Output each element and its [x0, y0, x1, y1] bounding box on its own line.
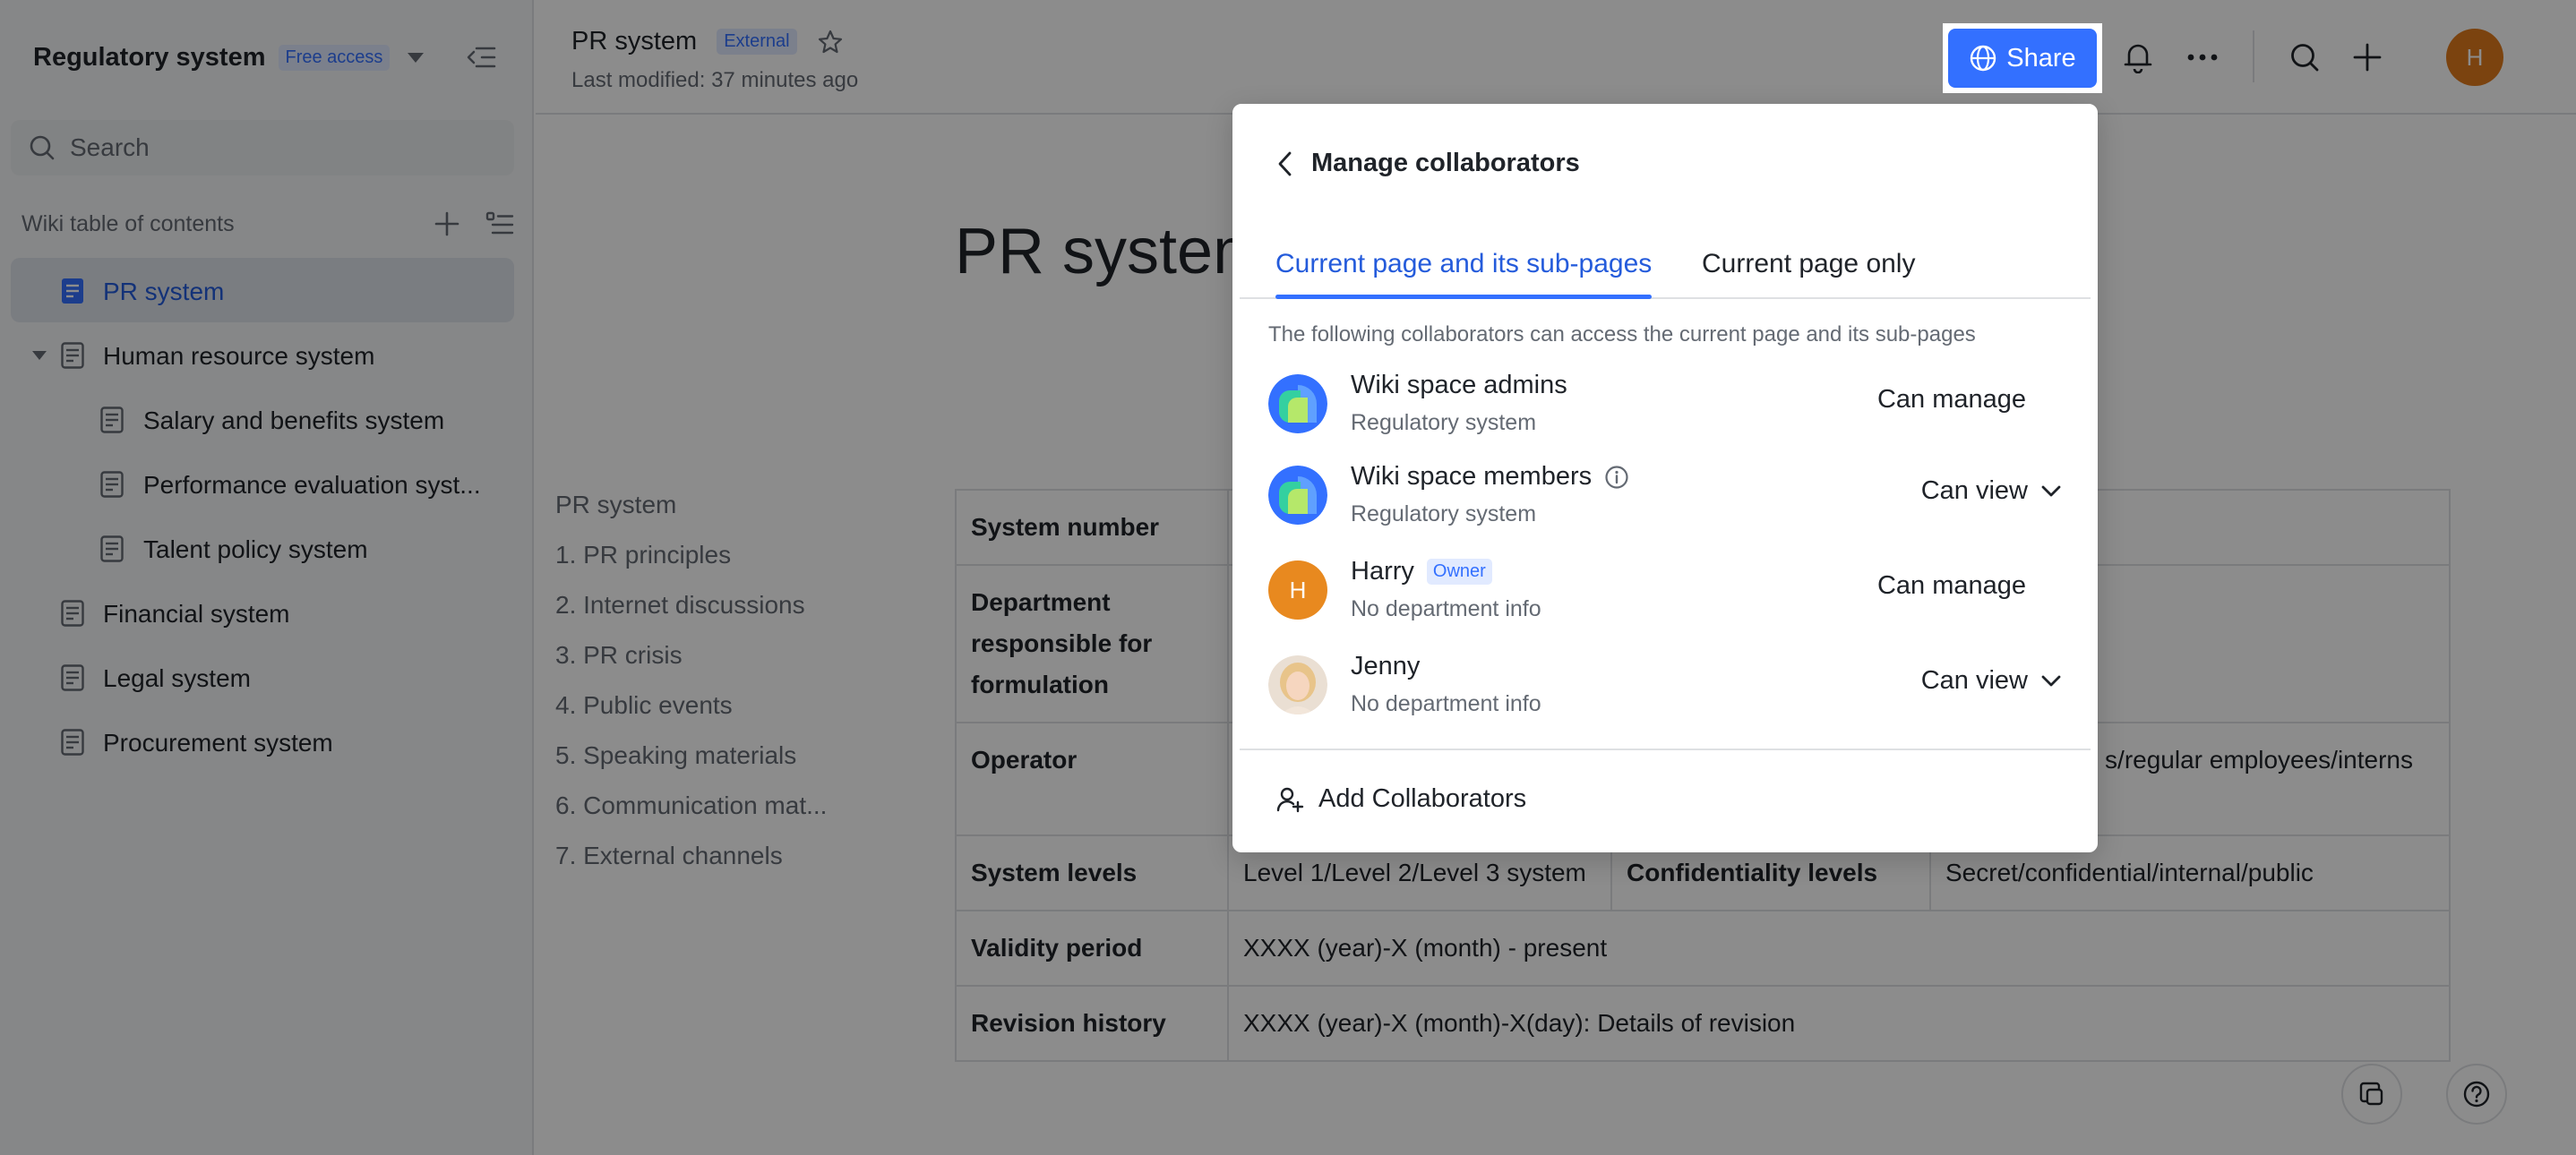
collaborator-name: Wiki space members [1351, 462, 1593, 491]
permission-text: Can view [1920, 476, 2028, 505]
collaborator-tabs: Current page and its sub-pages Current p… [1240, 227, 2091, 299]
collaborator-row: Wiki space members Regulatory system Can… [1268, 457, 2062, 537]
permission-dropdown[interactable]: Can view [1921, 476, 2062, 506]
collaborator-sub: No department info [1351, 691, 1541, 716]
chevron-down-icon [2041, 485, 2061, 496]
space-avatar-icon [1268, 374, 1327, 433]
collaborator-row: Wiki space admins Regulatory system Can … [1268, 365, 2062, 446]
share-button[interactable]: Share [1948, 29, 2097, 88]
permission-text: Can manage [1876, 385, 2026, 414]
panel-description: The following collaborators can access t… [1268, 322, 1976, 346]
space-avatar-icon [1268, 466, 1327, 525]
tab-current-and-subpages[interactable]: Current page and its sub-pages [1275, 249, 1652, 279]
collaborator-sub: Regulatory system [1351, 501, 1537, 526]
permission-text: Can view [1920, 666, 2028, 695]
add-user-icon [1276, 787, 1304, 812]
add-collaborators-button[interactable]: Add Collaborators [1275, 784, 1526, 814]
share-button-highlight: Share [1943, 23, 2102, 93]
info-icon[interactable] [1604, 465, 1629, 490]
tab-current-page-only[interactable]: Current page only [1702, 249, 1915, 279]
permission-label: Can manage [1877, 571, 2026, 601]
collaborator-name: Jenny [1351, 652, 1421, 680]
collaborator-name: Harry [1351, 557, 1414, 586]
permission-dropdown[interactable]: Can view [1921, 666, 2062, 696]
collaborator-row: H Harry Owner No department info Can man… [1268, 552, 2062, 632]
avatar [1268, 655, 1327, 714]
permission-label: Can manage [1877, 385, 2026, 415]
panel-title: Manage collaborators [1311, 149, 1580, 177]
add-collaborators-label: Add Collaborators [1318, 784, 1527, 813]
owner-badge: Owner [1426, 559, 1492, 585]
collaborator-name: Wiki space admins [1351, 371, 1567, 399]
active-tab-indicator [1275, 295, 1652, 299]
divider [1240, 749, 2091, 750]
chevron-down-icon [2041, 675, 2061, 686]
back-arrow-icon[interactable] [1275, 150, 1295, 178]
collaborator-row: Jenny No department info Can view [1268, 646, 2062, 727]
collaborator-sub: No department info [1351, 596, 1541, 621]
collaborator-sub: Regulatory system [1351, 410, 1537, 435]
manage-collaborators-panel: Manage collaborators Current page and it… [1232, 104, 2098, 852]
share-label: Share [2006, 43, 2076, 73]
permission-text: Can manage [1876, 571, 2026, 600]
avatar: H [1268, 560, 1327, 620]
globe-icon [1971, 45, 1996, 72]
